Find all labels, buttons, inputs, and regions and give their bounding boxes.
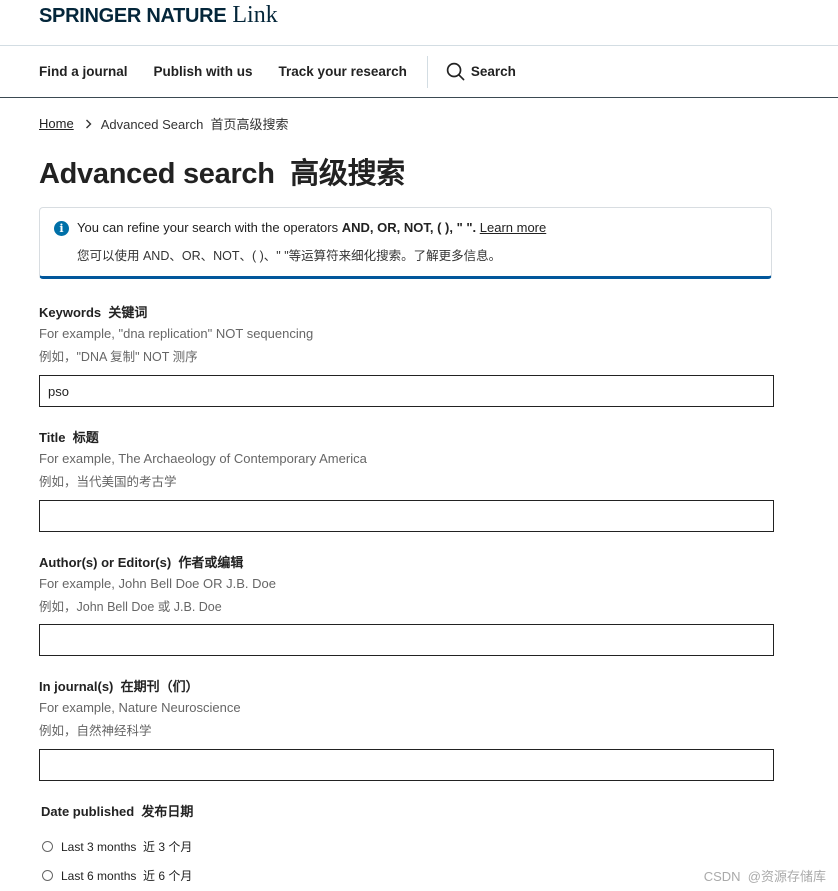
authors-field: Author(s) or Editor(s) 作者或编辑 For example… <box>39 552 774 615</box>
nav-separator <box>426 55 428 88</box>
authors-hint-cn: 例如，John Bell Doe 或 J.B. Doe <box>39 600 222 614</box>
breadcrumb-current: Advanced Search 首页高级搜索 <box>100 117 289 132</box>
springer-nature-link-logo[interactable]: SPRINGER NATURE Link <box>39 2 278 34</box>
date-option-label: Last 6 months 近 6 个月 <box>61 869 193 883</box>
radio-button[interactable] <box>42 841 53 852</box>
date-option-last-3-months[interactable]: Last 3 months 近 3 个月 <box>42 838 192 855</box>
main-nav: Find a journal Publish with us Track you… <box>39 46 516 97</box>
logo-brand-text: SPRINGER NATURE <box>39 5 227 27</box>
journals-field: In journal(s) 在期刊（们） For example, Nature… <box>39 676 774 739</box>
page-title: Advanced search 高级搜索 <box>39 158 405 190</box>
title-field: Title 标题 For example, The Archaeology of… <box>39 427 774 490</box>
keywords-input[interactable] <box>39 375 774 407</box>
authors-label: Author(s) or Editor(s) 作者或编辑 <box>39 555 244 570</box>
nav-bottom-border <box>0 97 838 98</box>
info-text-en: You can refine your search with the oper… <box>77 220 546 235</box>
learn-more-link[interactable]: Learn more <box>480 220 546 235</box>
title-label: Title 标题 <box>39 430 99 445</box>
title-hint: For example, The Archaeology of Contempo… <box>39 451 367 466</box>
nav-track-research[interactable]: Track your research <box>279 64 407 79</box>
journals-label: In journal(s) 在期刊（们） <box>39 679 199 694</box>
keywords-hint: For example, "dna replication" NOT seque… <box>39 326 314 341</box>
chevron-right-icon <box>85 119 92 129</box>
keywords-label: Keywords 关键词 <box>39 305 148 320</box>
title-input[interactable] <box>39 500 774 532</box>
nav-search-label: Search <box>470 64 516 79</box>
date-option-last-6-months[interactable]: Last 6 months 近 6 个月 <box>42 867 192 884</box>
keywords-hint-cn: 例如，"DNA 复制" NOT 测序 <box>39 350 198 364</box>
keywords-field: Keywords 关键词 For example, "dna replicati… <box>39 302 774 365</box>
logo-link-text: Link <box>232 2 278 28</box>
journals-hint-cn: 例如，自然神经科学 <box>39 724 152 738</box>
info-operators: AND, OR, NOT, ( ), " ". <box>341 220 477 235</box>
date-option-label: Last 3 months 近 3 个月 <box>61 840 193 854</box>
authors-hint: For example, John Bell Doe OR J.B. Doe <box>39 576 276 591</box>
radio-button[interactable] <box>42 870 53 881</box>
breadcrumb: Home Advanced Search 首页高级搜索 <box>39 114 289 133</box>
journals-input[interactable] <box>39 749 774 781</box>
title-hint-cn: 例如，当代美国的考古学 <box>39 475 177 489</box>
nav-publish-with-us[interactable]: Publish with us <box>154 64 253 79</box>
info-icon: i <box>54 221 69 236</box>
journals-hint: For example, Nature Neuroscience <box>39 700 241 715</box>
info-text-prefix: You can refine your search with the oper… <box>77 220 342 235</box>
breadcrumb-home-link[interactable]: Home <box>39 116 74 131</box>
date-published-label: Date published 发布日期 <box>41 804 194 819</box>
operators-info-box: i You can refine your search with the op… <box>39 207 772 279</box>
nav-find-journal[interactable]: Find a journal <box>39 64 128 79</box>
search-icon <box>446 62 465 81</box>
nav-search-button[interactable]: Search <box>446 62 516 81</box>
info-text-cn: 您可以使用 AND、OR、NOT、( )、" "等运算符来细化搜索。了解更多信息… <box>77 249 502 263</box>
authors-input[interactable] <box>39 624 774 656</box>
csdn-watermark: CSDN @资源存储库 <box>703 869 826 884</box>
